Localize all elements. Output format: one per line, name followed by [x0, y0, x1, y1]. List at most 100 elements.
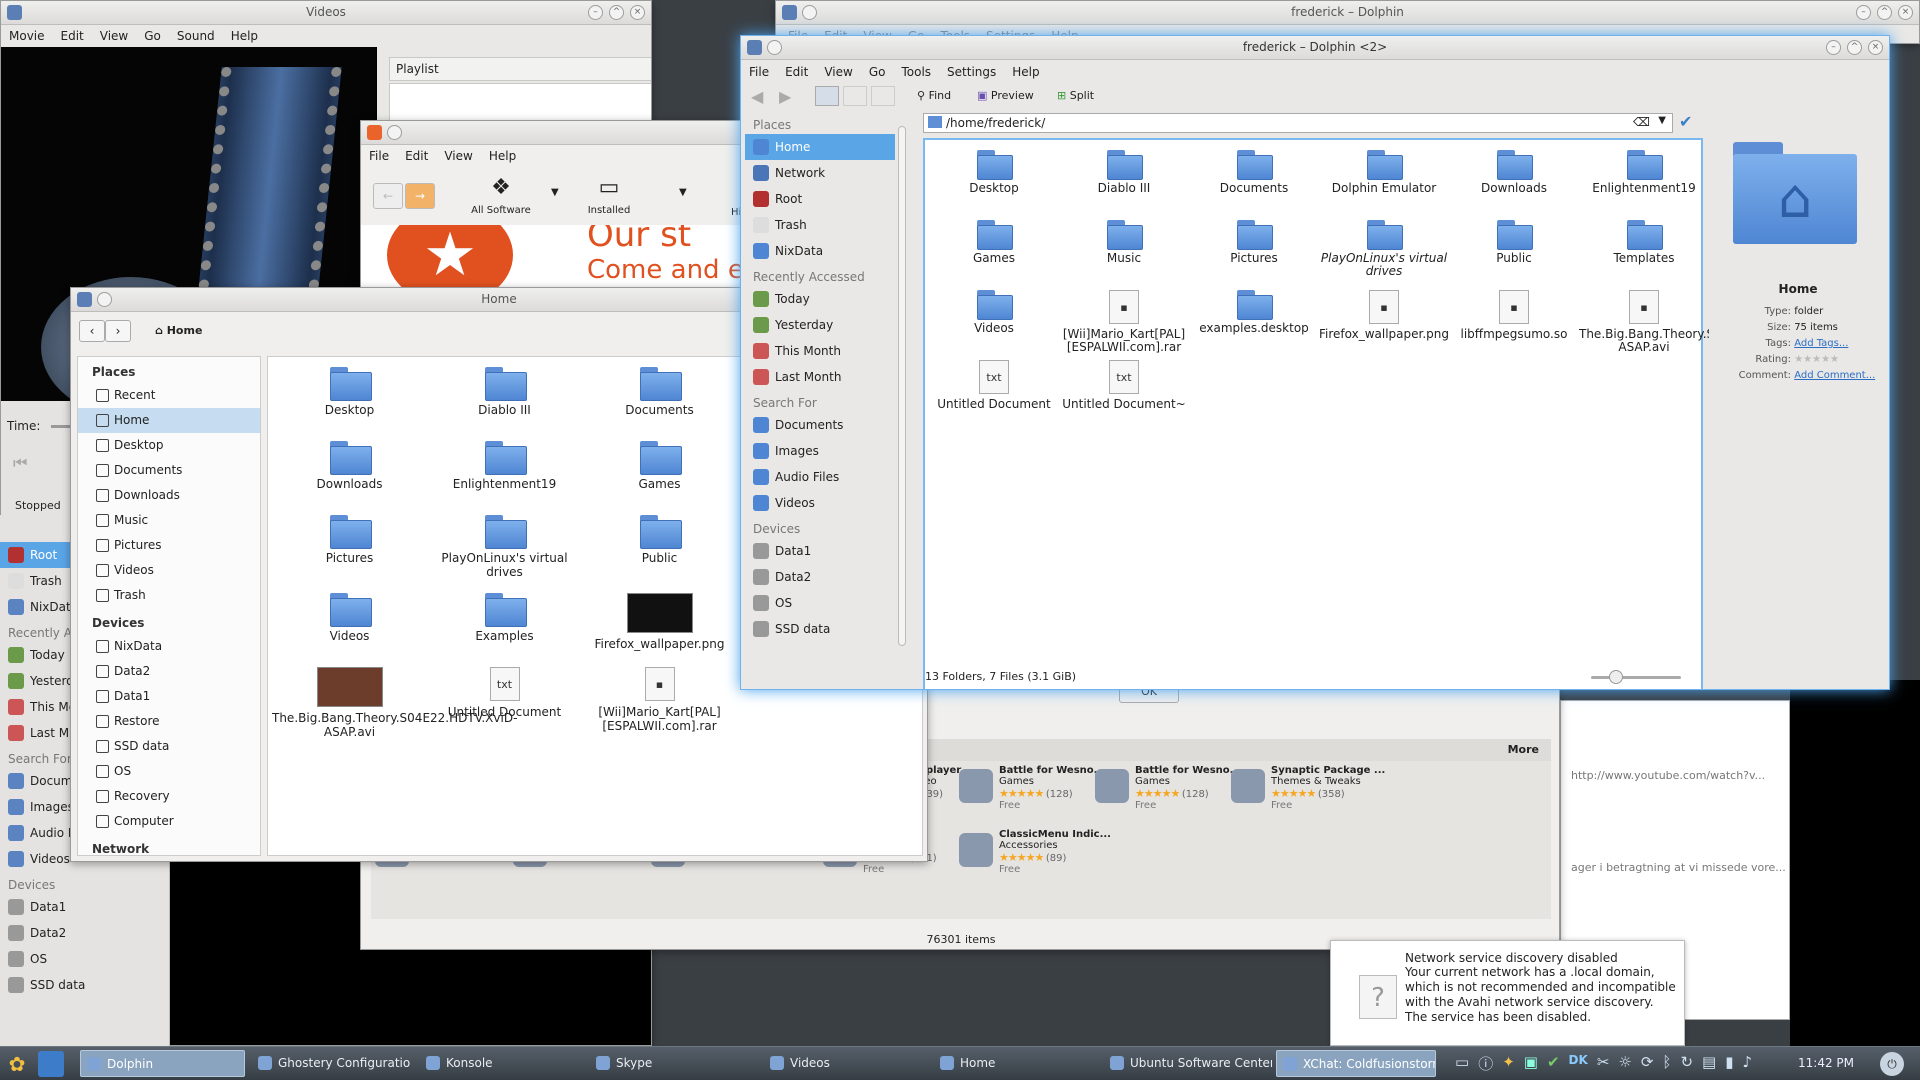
- home-sidebar-item-recent[interactable]: Recent: [78, 383, 260, 408]
- menu-settings[interactable]: Settings: [947, 60, 996, 84]
- file-item[interactable]: Diablo III: [427, 367, 582, 427]
- taskbar-item-ubuntu-software-center[interactable]: Ubuntu Software Center: [1104, 1050, 1272, 1077]
- usc-menu-file[interactable]: File: [369, 145, 389, 167]
- menu-go[interactable]: Go: [869, 60, 886, 84]
- sidebar-item-root[interactable]: Root: [745, 186, 895, 212]
- zoom-slider-handle[interactable]: [1609, 670, 1623, 684]
- minimize-button[interactable]: –: [1856, 5, 1871, 20]
- sidebar-item-trash[interactable]: Trash: [745, 212, 895, 238]
- sidebar-item-data1[interactable]: Data1: [745, 538, 895, 564]
- back-button[interactable]: ←: [373, 183, 403, 209]
- installed-button[interactable]: ▭ Installed: [569, 171, 649, 223]
- tools-tray-icon[interactable]: ✂: [1597, 1053, 1610, 1075]
- maximize-button[interactable]: ^: [1877, 5, 1892, 20]
- menu-edit[interactable]: Edit: [785, 60, 808, 84]
- sidebar-item-network[interactable]: Network: [745, 160, 895, 186]
- sidebar-item-nixdata[interactable]: NixData: [745, 238, 895, 264]
- sync-tray-icon[interactable]: ⟳: [1641, 1053, 1654, 1075]
- breadcrumb[interactable]: ⌂ Home: [155, 324, 202, 337]
- taskbar-item-ghostery-configuration[interactable]: Ghostery Configuration: [252, 1050, 410, 1077]
- home-back-button[interactable]: ‹: [79, 320, 105, 342]
- file-item[interactable]: ▪ The.Big.Bang.Theory.S04E22.HDTV.XviD-AS…: [1579, 290, 1824, 354]
- file-item[interactable]: Documents: [582, 367, 737, 427]
- file-item[interactable]: Music: [1059, 220, 1189, 282]
- previous-icon[interactable]: ⏮: [13, 453, 27, 473]
- maximize-button[interactable]: ^: [609, 5, 624, 20]
- taskbar-item-videos[interactable]: Videos: [764, 1050, 924, 1077]
- file-item[interactable]: examples.desktop: [1189, 290, 1319, 352]
- file-item[interactable]: Public: [1449, 220, 1579, 282]
- bg-device-ssd[interactable]: SSD data: [0, 972, 169, 998]
- file-item[interactable]: Pictures: [1189, 220, 1319, 282]
- bg-device-data2[interactable]: Data2: [0, 920, 169, 946]
- icons-view-icon[interactable]: [815, 86, 839, 106]
- sidebar-item-images[interactable]: Images: [745, 438, 895, 464]
- dolphin-file-view[interactable]: Desktop Diablo III Documents Dolphin Emulat…: [923, 138, 1824, 689]
- sidebar-item-os[interactable]: OS: [745, 590, 895, 616]
- home-sidebar-item-os[interactable]: OS: [78, 759, 260, 784]
- file-item[interactable]: Enlightenment19: [427, 441, 582, 501]
- file-item[interactable]: ▪ [Wii]Mario_Kart[PAL][ESPALWII.com].rar: [582, 667, 737, 739]
- close-button[interactable]: ×: [1898, 5, 1913, 20]
- menu-help[interactable]: Help: [231, 25, 258, 47]
- display-tray-icon[interactable]: ▤: [1702, 1053, 1716, 1075]
- sidebar-item-last-month[interactable]: Last Month: [745, 364, 895, 390]
- columns-view-icon[interactable]: [871, 86, 895, 106]
- preview-button[interactable]: ▣ Preview: [977, 89, 1034, 102]
- file-item[interactable]: Games: [929, 220, 1059, 282]
- file-item[interactable]: Documents: [1189, 150, 1319, 212]
- file-item[interactable]: Desktop: [929, 150, 1059, 212]
- home-forward-button[interactable]: ›: [105, 320, 131, 342]
- usc-menu-edit[interactable]: Edit: [405, 145, 428, 167]
- minimize-button[interactable]: –: [588, 5, 603, 20]
- usc-menu-help[interactable]: Help: [489, 145, 516, 167]
- app-tile[interactable]: Synaptic Package ... Themes & Tweaks ★★★★★…: [1227, 761, 1385, 823]
- monitor-tray-icon[interactable]: ▭: [1455, 1053, 1469, 1075]
- home-close-icon[interactable]: [97, 292, 112, 307]
- home-sidebar-item-ssd-data[interactable]: SSD data: [78, 734, 260, 759]
- menu-movie[interactable]: Movie: [9, 25, 45, 47]
- menu-file[interactable]: File: [749, 60, 769, 84]
- find-button[interactable]: ⚲ Find: [917, 89, 951, 102]
- places-scrollbar[interactable]: [898, 126, 906, 646]
- accept-location-icon[interactable]: ✔: [1679, 112, 1692, 131]
- usc-menu-view[interactable]: View: [444, 145, 472, 167]
- refresh-tray-icon[interactable]: ↻: [1680, 1053, 1693, 1075]
- menu-tools[interactable]: Tools: [901, 60, 931, 84]
- home-sidebar-item-recovery[interactable]: Recovery: [78, 784, 260, 809]
- file-item[interactable]: ▪ [Wii]Mario_Kart[PAL][ESPALWII.com].rar: [1059, 290, 1189, 354]
- file-item[interactable]: Videos: [929, 290, 1059, 352]
- close-button[interactable]: ×: [1868, 40, 1883, 55]
- zoom-slider[interactable]: [1591, 676, 1681, 679]
- home-sidebar-item-data1[interactable]: Data1: [78, 684, 260, 709]
- file-item[interactable]: Diablo III: [1059, 150, 1189, 212]
- file-item[interactable]: ▪ libffmpegsumo.so: [1449, 290, 1579, 352]
- home-sidebar-item-downloads[interactable]: Downloads: [78, 483, 260, 508]
- add-comment-link[interactable]: Add Comment...: [1794, 370, 1875, 381]
- chevron-down-icon[interactable]: ▼: [679, 187, 687, 198]
- home-sidebar-item-music[interactable]: Music: [78, 508, 260, 533]
- bluetooth-tray-icon[interactable]: ᛒ: [1662, 1053, 1671, 1075]
- file-item[interactable]: Pictures: [272, 515, 427, 579]
- sidebar-item-ssd-data[interactable]: SSD data: [745, 616, 895, 642]
- keyboard-tray-icon[interactable]: ✦: [1502, 1053, 1515, 1075]
- file-item[interactable]: PlayOnLinux's virtual drives: [427, 515, 582, 579]
- chevron-down-icon[interactable]: ▼: [551, 187, 559, 198]
- rating-stars[interactable]: ★★★★★: [1794, 354, 1839, 365]
- power-icon[interactable]: ⏻: [1880, 1052, 1904, 1076]
- home-sidebar-item-pictures[interactable]: Pictures: [78, 533, 260, 558]
- split-button[interactable]: ⊞ Split: [1057, 89, 1094, 102]
- menu-view[interactable]: View: [824, 60, 852, 84]
- volume-tray-icon[interactable]: ♪: [1742, 1053, 1752, 1075]
- all-software-button[interactable]: ❖ All Software: [461, 171, 541, 223]
- file-item[interactable]: Games: [582, 441, 737, 501]
- more-link[interactable]: More: [1508, 743, 1539, 756]
- menu-edit[interactable]: Edit: [61, 25, 84, 47]
- sidebar-item-yesterday[interactable]: Yesterday: [745, 312, 895, 338]
- menu-sound[interactable]: Sound: [177, 25, 215, 47]
- file-item[interactable]: ▪ Firefox_wallpaper.png: [1319, 290, 1449, 352]
- chat-url[interactable]: http://www.youtube.com/watch?v...: [1571, 769, 1765, 782]
- home-sidebar-item-documents[interactable]: Documents: [78, 458, 260, 483]
- back-arrow-icon[interactable]: ◀: [751, 87, 763, 106]
- sidebar-item-documents[interactable]: Documents: [745, 412, 895, 438]
